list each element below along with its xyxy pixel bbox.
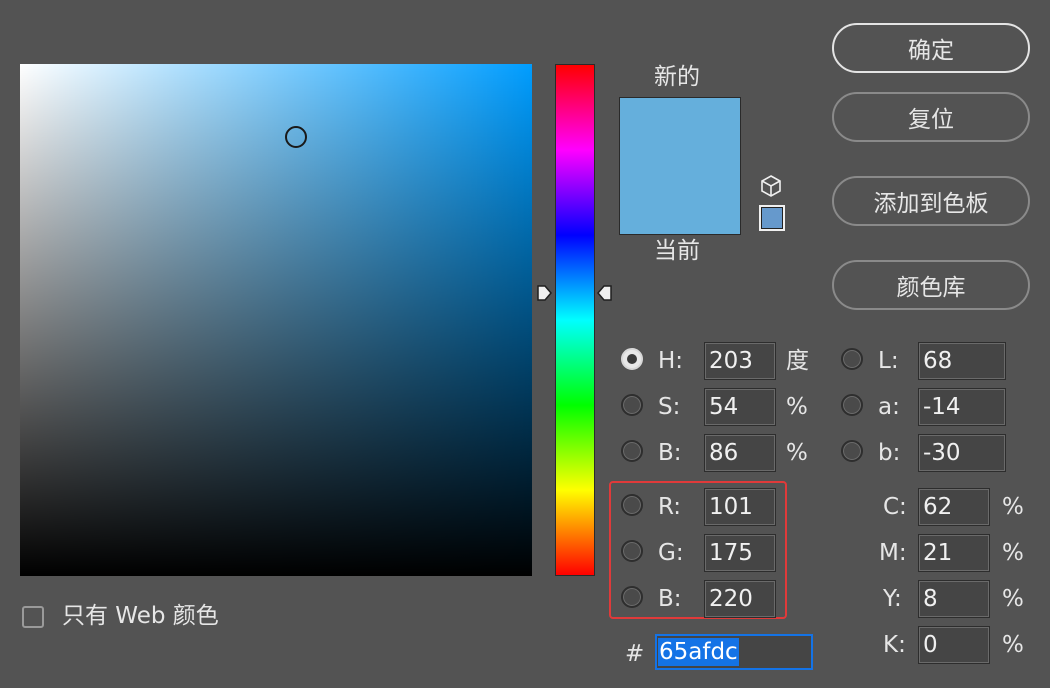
hex-field[interactable]: 65afdc xyxy=(655,634,813,670)
magenta-label: M: xyxy=(879,540,907,566)
red-label: R: xyxy=(658,494,682,520)
yellow-input[interactable] xyxy=(919,581,989,617)
brightness-field[interactable] xyxy=(704,434,776,472)
magenta-field[interactable] xyxy=(918,534,990,572)
yellow-unit: % xyxy=(1002,586,1024,612)
red-input[interactable] xyxy=(705,489,775,525)
color-field-black-overlay xyxy=(20,64,532,576)
hue-slider-left-handle-icon[interactable] xyxy=(536,280,552,308)
blue-radio[interactable] xyxy=(621,586,643,608)
green-input[interactable] xyxy=(705,535,775,571)
lab-l-radio[interactable] xyxy=(841,348,863,370)
new-color-label: 新的 xyxy=(654,64,700,90)
cyan-input[interactable] xyxy=(919,489,989,525)
lab-b-radio[interactable] xyxy=(841,440,863,462)
brightness-radio[interactable] xyxy=(621,440,643,462)
hue-input[interactable] xyxy=(705,343,775,379)
reset-button[interactable]: 复位 xyxy=(832,92,1030,142)
saturation-label: S: xyxy=(658,394,681,420)
brightness-label: B: xyxy=(658,440,682,466)
cyan-field[interactable] xyxy=(918,488,990,526)
saturation-field[interactable] xyxy=(704,388,776,426)
web-safe-cube-icon[interactable] xyxy=(759,174,783,204)
lab-l-label: L: xyxy=(878,348,899,374)
black-unit: % xyxy=(1002,632,1024,658)
lab-b-input[interactable] xyxy=(919,435,1005,471)
lab-a-field[interactable] xyxy=(918,388,1006,426)
black-input[interactable] xyxy=(919,627,989,663)
web-safe-color-swatch[interactable] xyxy=(759,205,785,231)
brightness-input[interactable] xyxy=(705,435,775,471)
lab-a-label: a: xyxy=(878,394,900,420)
hue-radio[interactable] xyxy=(621,348,643,370)
web-only-label: 只有 Web 颜色 xyxy=(62,603,219,629)
current-color-swatch[interactable] xyxy=(619,166,741,235)
blue-label: B: xyxy=(658,586,682,612)
blue-field[interactable] xyxy=(704,580,776,618)
color-field[interactable] xyxy=(20,64,532,576)
lab-a-input[interactable] xyxy=(919,389,1005,425)
cyan-unit: % xyxy=(1002,494,1024,520)
color-libraries-button[interactable]: 颜色库 xyxy=(832,260,1030,310)
new-color-swatch xyxy=(619,97,741,166)
black-field[interactable] xyxy=(918,626,990,664)
green-label: G: xyxy=(658,540,684,566)
brightness-unit: % xyxy=(786,440,808,466)
magenta-input[interactable] xyxy=(919,535,989,571)
black-label: K: xyxy=(883,632,906,658)
green-radio[interactable] xyxy=(621,540,643,562)
blue-input[interactable] xyxy=(705,581,775,617)
hue-label: H: xyxy=(658,348,684,374)
current-color-label: 当前 xyxy=(654,238,700,264)
red-field[interactable] xyxy=(704,488,776,526)
hex-value[interactable]: 65afdc xyxy=(658,638,739,666)
lab-l-input[interactable] xyxy=(919,343,1005,379)
green-field[interactable] xyxy=(704,534,776,572)
hue-slider-right-handle-icon[interactable] xyxy=(597,280,613,308)
ok-button[interactable]: 确定 xyxy=(832,23,1030,73)
lab-a-radio[interactable] xyxy=(841,394,863,416)
saturation-input[interactable] xyxy=(705,389,775,425)
hex-prefix: # xyxy=(625,641,645,667)
saturation-radio[interactable] xyxy=(621,394,643,416)
saturation-unit: % xyxy=(786,394,808,420)
hue-unit: 度 xyxy=(786,348,809,374)
add-to-swatches-button[interactable]: 添加到色板 xyxy=(832,176,1030,226)
lab-l-field[interactable] xyxy=(918,342,1006,380)
hue-field[interactable] xyxy=(704,342,776,380)
yellow-label: Y: xyxy=(883,586,902,612)
yellow-field[interactable] xyxy=(918,580,990,618)
lab-b-field[interactable] xyxy=(918,434,1006,472)
color-field-marker[interactable] xyxy=(285,126,307,148)
lab-b-label: b: xyxy=(878,440,901,466)
cyan-label: C: xyxy=(883,494,907,520)
web-only-checkbox[interactable] xyxy=(22,606,44,628)
hue-slider[interactable] xyxy=(555,64,595,576)
red-radio[interactable] xyxy=(621,494,643,516)
magenta-unit: % xyxy=(1002,540,1024,566)
